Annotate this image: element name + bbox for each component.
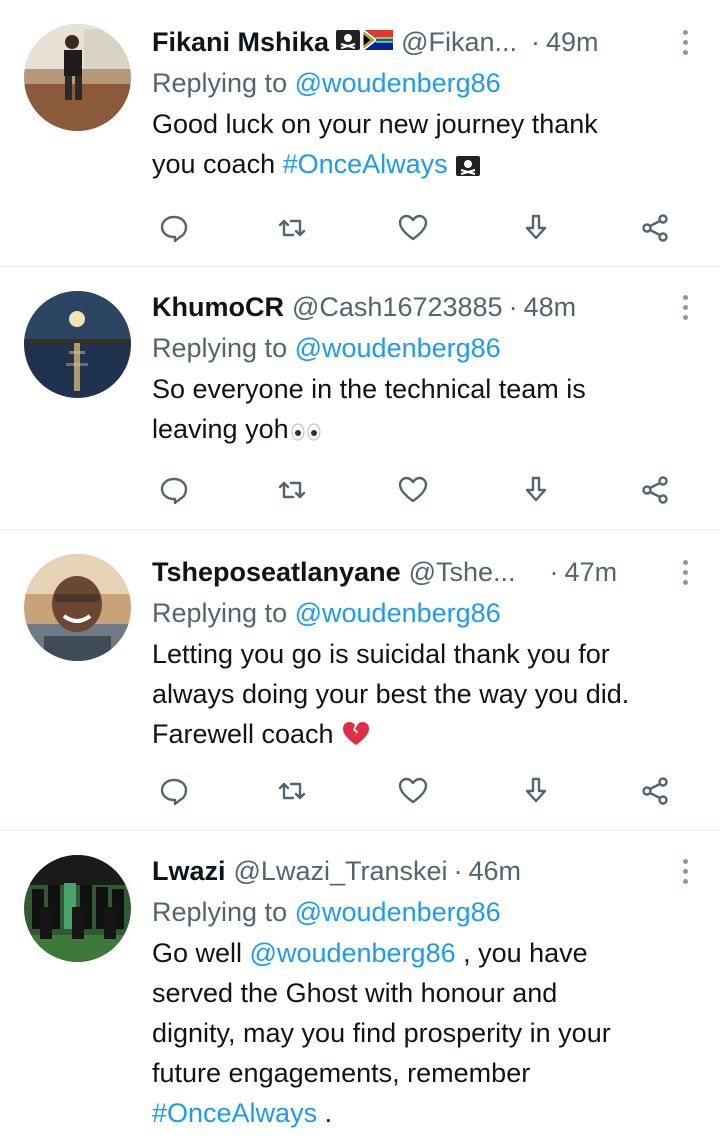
tweet[interactable]: KhumoCR @Cash16723885 · 48m Replying to … — [0, 267, 720, 530]
tweet-text: Letting you go is suicidal thank you for… — [152, 634, 700, 758]
like-icon[interactable] — [393, 470, 433, 510]
replying-to: Replying to @woudenberg86 — [152, 892, 700, 932]
replying-to: Replying to @woudenberg86 — [152, 593, 700, 633]
reply-feed: Fikani Mshika @Fikan... · 49m Replying t… — [0, 0, 720, 1141]
retweet-icon[interactable] — [272, 771, 312, 811]
south-africa-flag-icon — [362, 27, 394, 58]
tweet-text-line: served the Ghost with honour and — [152, 978, 558, 1008]
tweet-text-line: Farewell coach — [152, 714, 700, 758]
display-name[interactable]: Lwazi — [152, 856, 226, 887]
tweet-text-line: Good luck on your new journey thank — [152, 109, 598, 139]
tweet-text-line: always doing your best the way you did. — [152, 679, 630, 709]
tweet-text-line: leaving yoh — [152, 409, 700, 453]
tweet-text-line: Go well @woudenberg86 , you have — [152, 933, 700, 973]
hashtag-link[interactable]: #OnceAlways — [152, 1098, 317, 1128]
reply-icon[interactable] — [154, 771, 194, 811]
more-options-icon[interactable] — [670, 853, 700, 889]
pirate-flag-icon — [455, 148, 481, 188]
tweet-text-segment: , you have — [455, 938, 588, 968]
tweet-text-segment: Farewell coach — [152, 719, 342, 749]
display-name[interactable]: Tsheposeatlanyane — [152, 557, 401, 588]
tweet-text-line: Letting you go is suicidal thank you for — [152, 639, 610, 669]
avatar[interactable] — [24, 554, 131, 661]
tweet-actions — [0, 208, 720, 248]
avatar[interactable] — [24, 855, 131, 962]
replying-to-label: Replying to — [152, 598, 288, 628]
mention-link[interactable]: @woudenberg86 — [250, 938, 456, 968]
tweet-text-segment: leaving yoh — [152, 414, 289, 444]
tweet-header: Tsheposeatlanyane @Tshe... · 47m — [152, 552, 700, 592]
separator-dot: · — [453, 855, 463, 886]
tweet[interactable]: Fikani Mshika @Fikan... · 49m Replying t… — [0, 0, 720, 267]
reply-icon[interactable] — [154, 470, 194, 510]
tweet-text: So everyone in the technical team is lea… — [152, 369, 700, 453]
tweet-text: Go well @woudenberg86 , you have served … — [152, 933, 700, 1133]
replying-to-label: Replying to — [152, 333, 288, 363]
separator-dot: · — [508, 291, 518, 322]
timestamp[interactable]: 49m — [546, 27, 599, 58]
tweet[interactable]: Lwazi @Lwazi_Transkei · 46m Replying to … — [0, 831, 720, 1141]
reply-icon[interactable] — [154, 208, 194, 248]
retweet-icon[interactable] — [272, 208, 312, 248]
tweet-text-segment: Go well — [152, 938, 250, 968]
hashtag-link[interactable]: #OnceAlways — [283, 149, 448, 179]
tweet-text-line: you coach #OnceAlways — [152, 144, 700, 188]
share-icon[interactable] — [635, 208, 675, 248]
replying-to: Replying to @woudenberg86 — [152, 63, 700, 103]
like-icon[interactable] — [393, 771, 433, 811]
tweet-text-segment: . — [317, 1098, 333, 1128]
tweet-header: Fikani Mshika @Fikan... · 49m — [152, 22, 700, 62]
avatar[interactable] — [24, 24, 131, 131]
eyes-icon — [289, 413, 323, 453]
replying-to-mention[interactable]: @woudenberg86 — [295, 68, 501, 98]
pirate-flag-icon — [335, 27, 361, 58]
tweet-header: KhumoCR @Cash16723885 · 48m — [152, 287, 700, 327]
user-handle[interactable]: @Tshe... — [409, 557, 516, 588]
separator-dot: · — [549, 556, 559, 587]
timestamp[interactable]: 46m — [469, 856, 522, 887]
share-icon[interactable] — [635, 470, 675, 510]
separator-dot: · — [531, 26, 540, 57]
more-options-icon[interactable] — [670, 554, 700, 590]
replying-to-mention[interactable]: @woudenberg86 — [295, 897, 501, 927]
tweet-text-line: #OnceAlways . — [152, 1093, 700, 1133]
tweet-text-line: dignity, may you find prosperity in your — [152, 1018, 611, 1048]
user-handle[interactable]: @Fikan... — [401, 27, 517, 58]
timestamp[interactable]: 47m — [565, 557, 618, 588]
user-handle[interactable]: @Cash16723885 — [292, 292, 503, 323]
replying-to-label: Replying to — [152, 897, 288, 927]
replying-to-mention[interactable]: @woudenberg86 — [295, 598, 501, 628]
user-handle[interactable]: @Lwazi_Transkei — [234, 856, 448, 887]
download-icon[interactable] — [516, 470, 556, 510]
download-icon[interactable] — [516, 208, 556, 248]
tweet-text-segment: you coach — [152, 149, 283, 179]
tweet-text-line: future engagements, remember — [152, 1058, 531, 1088]
broken-heart-icon — [341, 718, 371, 758]
more-options-icon[interactable] — [670, 24, 700, 60]
like-icon[interactable] — [393, 208, 433, 248]
share-icon[interactable] — [635, 771, 675, 811]
tweet-text-line: So everyone in the technical team is — [152, 374, 586, 404]
tweet-text: Good luck on your new journey thank you … — [152, 104, 700, 188]
more-options-icon[interactable] — [670, 289, 700, 325]
display-name[interactable]: Fikani Mshika — [152, 27, 329, 58]
tweet[interactable]: Tsheposeatlanyane @Tshe... · 47m Replyin… — [0, 530, 720, 831]
replying-to-label: Replying to — [152, 68, 288, 98]
download-icon[interactable] — [516, 771, 556, 811]
timestamp[interactable]: 48m — [524, 292, 577, 323]
tweet-actions — [0, 771, 720, 811]
replying-to-mention[interactable]: @woudenberg86 — [295, 333, 501, 363]
tweet-header: Lwazi @Lwazi_Transkei · 46m — [152, 851, 700, 891]
display-name[interactable]: KhumoCR — [152, 292, 284, 323]
retweet-icon[interactable] — [272, 470, 312, 510]
tweet-actions — [0, 470, 720, 510]
replying-to: Replying to @woudenberg86 — [152, 328, 700, 368]
avatar[interactable] — [24, 291, 131, 398]
